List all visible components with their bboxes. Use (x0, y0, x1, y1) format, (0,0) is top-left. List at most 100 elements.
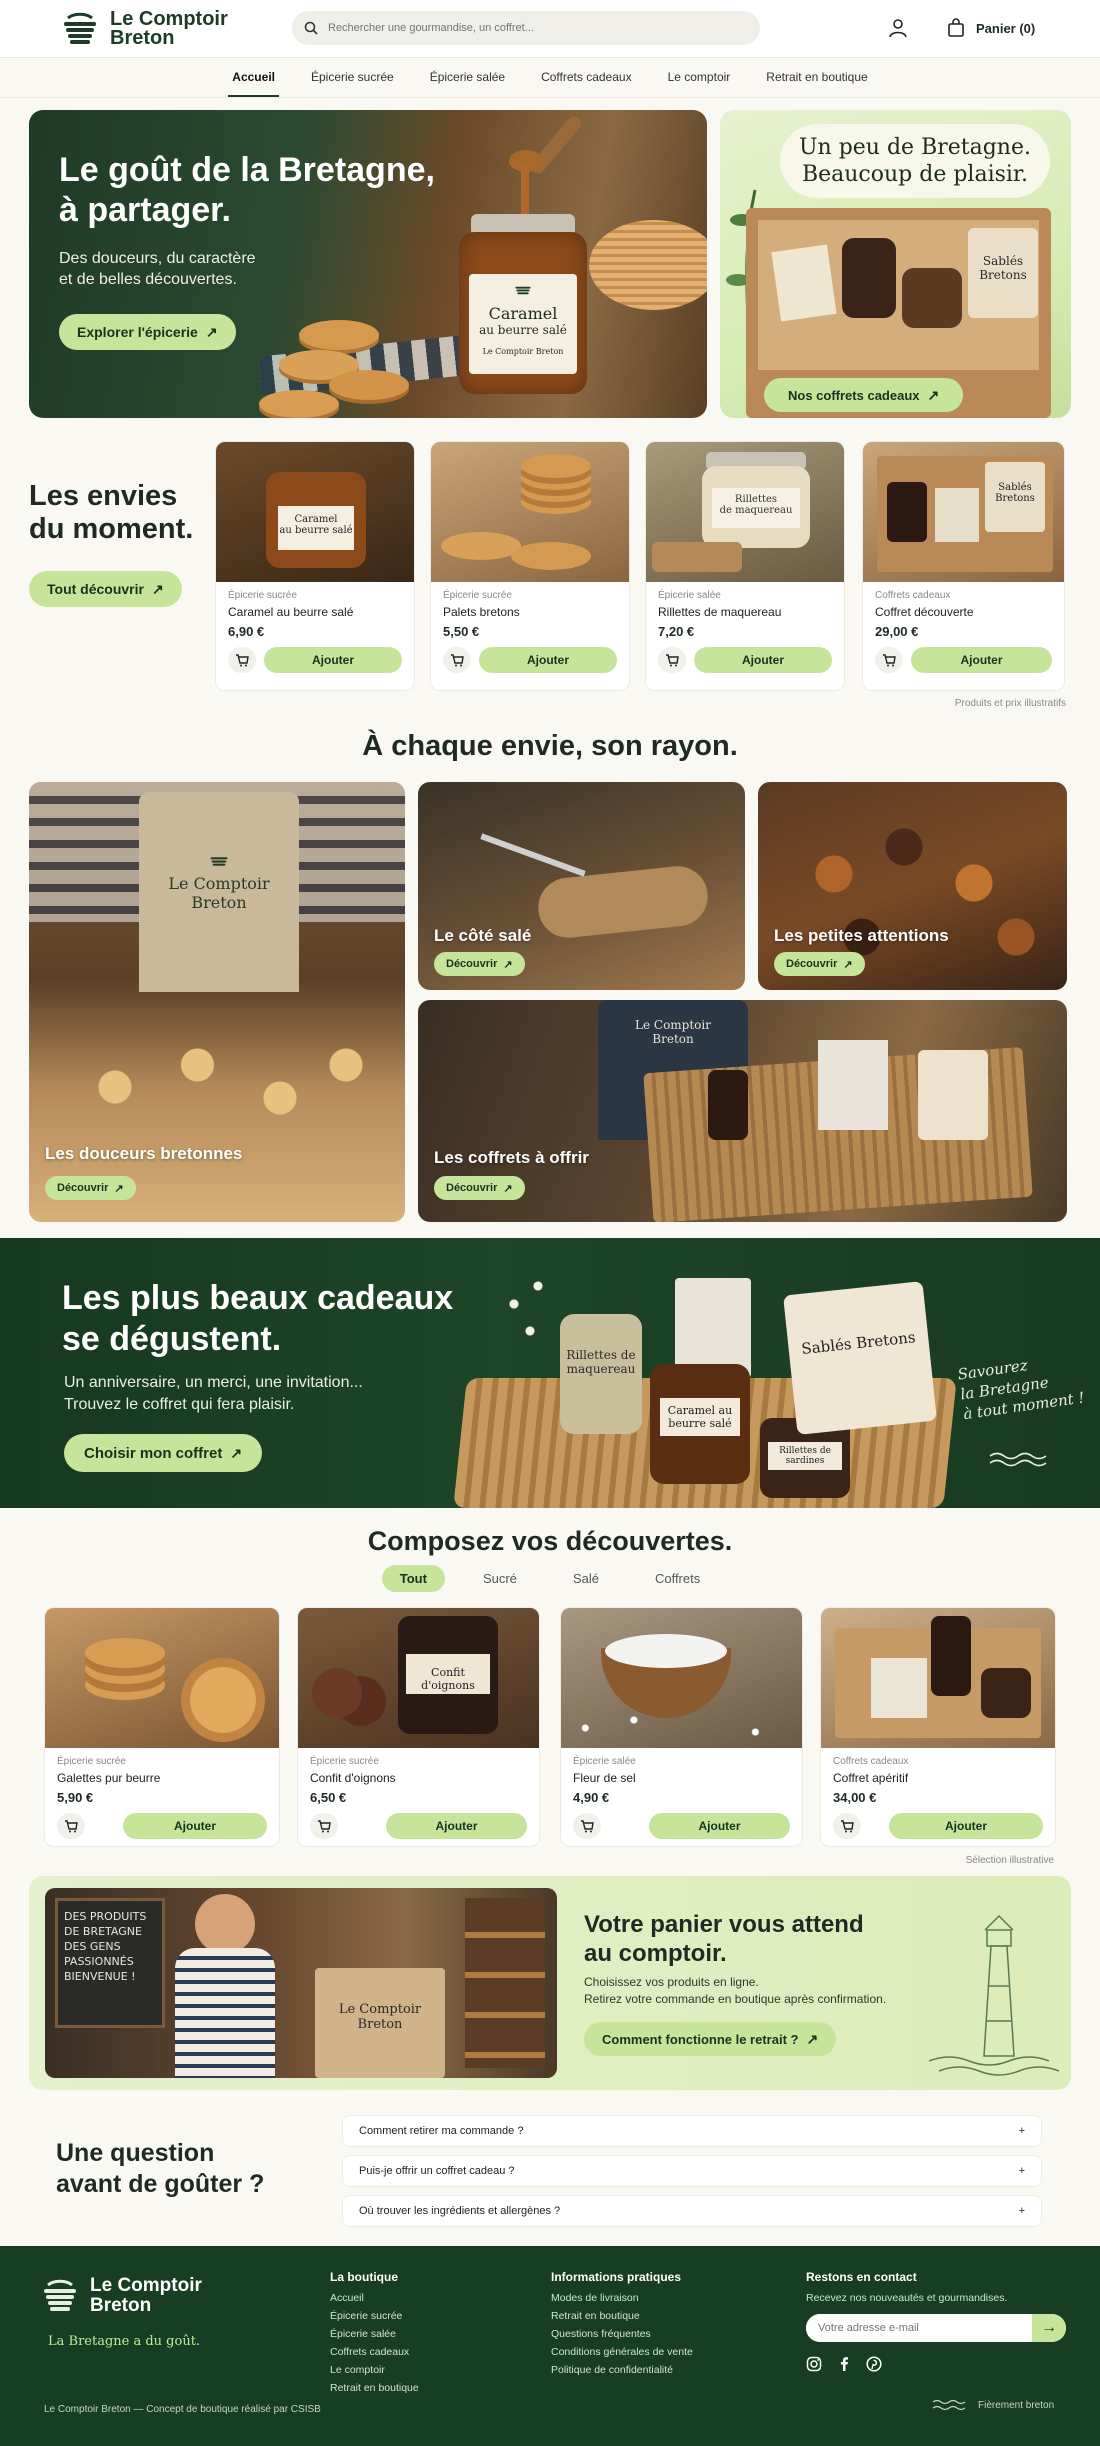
add-to-cart-button[interactable]: Ajouter (889, 1813, 1043, 1839)
copyright: Le Comptoir Breton — Concept de boutique… (44, 2404, 321, 2415)
product-image (561, 1608, 802, 1748)
newsletter-text: Recevez nos nouveautés et gourmandises. (806, 2292, 1008, 2304)
tab-sale[interactable]: Salé (555, 1565, 617, 1592)
category-tile-coffrets[interactable]: Le Comptoir Breton Les coffrets à offrir… (418, 1000, 1067, 1222)
discover-all-button[interactable]: Tout découvrir ↗ (29, 571, 182, 607)
footer-col-infos: Informations pratiques Modes de livraiso… (551, 2270, 693, 2376)
cart-icon-button[interactable] (443, 647, 471, 673)
gift-banner: Les plus beaux cadeaux se dégustent. Un … (0, 1238, 1100, 1508)
apron-logo-icon (210, 857, 228, 866)
search-input[interactable] (328, 22, 728, 34)
plus-icon: + (1018, 2125, 1025, 2137)
product-card[interactable]: Sablés Bretons Coffrets cadeaux Coffret … (862, 441, 1065, 691)
product-card[interactable]: Épicerie sucrée Palets bretons 5,50 € Aj… (430, 441, 630, 691)
footer-link[interactable]: Le comptoir (330, 2364, 419, 2376)
faq-item[interactable]: Comment retirer ma commande ? + (342, 2115, 1042, 2147)
product-card[interactable]: Rillettes de maquereau Épicerie salée Ri… (645, 441, 845, 691)
facebook-icon[interactable] (836, 2356, 852, 2372)
discover-button[interactable]: Découvrir ↗ (45, 1176, 136, 1200)
plus-icon: + (1018, 2205, 1025, 2217)
footer-link[interactable]: Politique de confidentialité (551, 2364, 693, 2376)
footer-link[interactable]: Épicerie salée (330, 2328, 419, 2340)
email-field[interactable] (806, 2314, 1032, 2342)
footer-link[interactable]: Retrait en boutique (330, 2382, 419, 2394)
pinterest-icon[interactable] (866, 2356, 882, 2372)
product-card[interactable]: Coffrets cadeaux Coffret apéritif 34,00 … (820, 1607, 1056, 1847)
gift-boxes-button[interactable]: Nos coffrets cadeaux ↗ (764, 378, 964, 412)
nav-item-accueil[interactable]: Accueil (214, 58, 293, 97)
add-to-cart-button[interactable]: Ajouter (694, 647, 832, 673)
logo-line2: Breton (110, 27, 175, 49)
site-logo[interactable]: Le Comptoir Breton (60, 9, 228, 49)
discover-button[interactable]: Découvrir ↗ (434, 952, 525, 976)
tab-sucre[interactable]: Sucré (465, 1565, 535, 1592)
sables-bag-label: Sablés Bretons (800, 1328, 917, 1359)
faq-item[interactable]: Où trouver les ingrédients et allergènes… (342, 2195, 1042, 2227)
gift-promo-card[interactable]: Un peu de Bretagne. Beaucoup de plaisir.… (720, 110, 1071, 418)
cart-icon-button[interactable] (310, 1813, 338, 1839)
category-tile-douceurs[interactable]: Le Comptoir Breton Les douceurs bretonne… (29, 782, 405, 1222)
search-bar[interactable] (292, 11, 760, 45)
sables-label-1: Sablés (982, 254, 1024, 268)
nav-item-epicerie-salee[interactable]: Épicerie salée (412, 58, 523, 97)
cart-icon-button[interactable] (228, 647, 256, 673)
arrow-up-right-icon: ↗ (503, 1182, 513, 1195)
product-card[interactable]: Caramel au beurre salé Épicerie sucrée C… (215, 441, 415, 691)
cart-button[interactable]: Panier (0) (946, 12, 1035, 44)
footer-logo[interactable]: Le Comptoir Breton (40, 2276, 202, 2316)
tab-tout[interactable]: Tout (381, 1565, 445, 1592)
add-to-cart-button[interactable]: Ajouter (479, 647, 617, 673)
pickup-how-button[interactable]: Comment fonctionne le retrait ? ↗ (584, 2022, 837, 2056)
add-to-cart-button[interactable]: Ajouter (649, 1813, 790, 1839)
footer-link[interactable]: Retrait en boutique (551, 2310, 693, 2322)
add-to-cart-button[interactable]: Ajouter (386, 1813, 527, 1839)
product-name: Rillettes de maquereau (658, 605, 782, 619)
discover-label: Découvrir (57, 1182, 109, 1194)
sables-label: Sablés Bretons (968, 228, 1038, 318)
explore-button[interactable]: Explorer l'épicerie ↗ (59, 314, 236, 350)
cart-icon-button[interactable] (875, 647, 903, 673)
chalkboard: DES PRODUITS DE BRETAGNE DES GENS PASSIO… (55, 1898, 165, 2028)
nav-item-comptoir[interactable]: Le comptoir (650, 58, 749, 97)
footer-link[interactable]: Accueil (330, 2292, 419, 2304)
category-tile-attentions[interactable]: Les petites attentions Découvrir ↗ (758, 782, 1067, 990)
caramel-jar-illustration: Caramel au beurre salé Le Comptoir Breto… (453, 214, 593, 394)
add-to-cart-button[interactable]: Ajouter (264, 647, 402, 673)
footer-link[interactable]: Coffrets cadeaux (330, 2346, 419, 2358)
explore-button-label: Explorer l'épicerie (77, 324, 198, 340)
footer-right-note: Fièrement breton (932, 2398, 1054, 2412)
choose-box-button[interactable]: Choisir mon coffret ↗ (64, 1434, 263, 1472)
footer-link[interactable]: Épicerie sucrée (330, 2310, 419, 2322)
add-to-cart-button[interactable]: Ajouter (911, 647, 1052, 673)
img-label-2: au beurre salé (279, 525, 353, 536)
cart-icon-button[interactable] (658, 647, 686, 673)
arrow-up-right-icon: ↗ (114, 1182, 124, 1195)
newsletter-submit-button[interactable]: → (1032, 2314, 1066, 2342)
cart-icon-button[interactable] (573, 1813, 601, 1839)
faq-item[interactable]: Puis-je offrir un coffret cadeau ? + (342, 2155, 1042, 2187)
nav-item-epicerie-sucree[interactable]: Épicerie sucrée (293, 58, 412, 97)
footer-link[interactable]: Questions fréquentes (551, 2328, 693, 2340)
discover-button[interactable]: Découvrir ↗ (434, 1176, 525, 1200)
tab-coffrets[interactable]: Coffrets (637, 1565, 718, 1592)
arrow-up-right-icon: ↗ (151, 581, 164, 597)
add-to-cart-button[interactable]: Ajouter (123, 1813, 267, 1839)
product-card[interactable]: Épicerie salée Fleur de sel 4,90 € Ajout… (560, 1607, 803, 1847)
img-label-2: Bretons (995, 493, 1035, 504)
product-card[interactable]: Épicerie sucrée Galettes pur beurre 5,90… (44, 1607, 280, 1847)
crepes-illustration (589, 220, 707, 310)
cart-icon-button[interactable] (57, 1813, 85, 1839)
cart-icon (666, 654, 679, 667)
cart-icon-button[interactable] (833, 1813, 861, 1839)
discover-button[interactable]: Découvrir ↗ (774, 952, 865, 976)
product-card[interactable]: Confit d'oignons Épicerie sucrée Confit … (297, 1607, 540, 1847)
footer-link[interactable]: Conditions générales de vente (551, 2346, 693, 2358)
chalkboard-line: DES PRODUITS (64, 1910, 147, 1923)
nav-item-retrait[interactable]: Retrait en boutique (748, 58, 885, 97)
nav-item-coffrets[interactable]: Coffrets cadeaux (523, 58, 650, 97)
footer-link[interactable]: Modes de livraison (551, 2292, 693, 2304)
instagram-icon[interactable] (806, 2356, 822, 2372)
product-name: Confit d'oignons (310, 1771, 396, 1785)
category-tile-sale[interactable]: Le côté salé Découvrir ↗ (418, 782, 745, 990)
account-button[interactable] (886, 16, 910, 40)
